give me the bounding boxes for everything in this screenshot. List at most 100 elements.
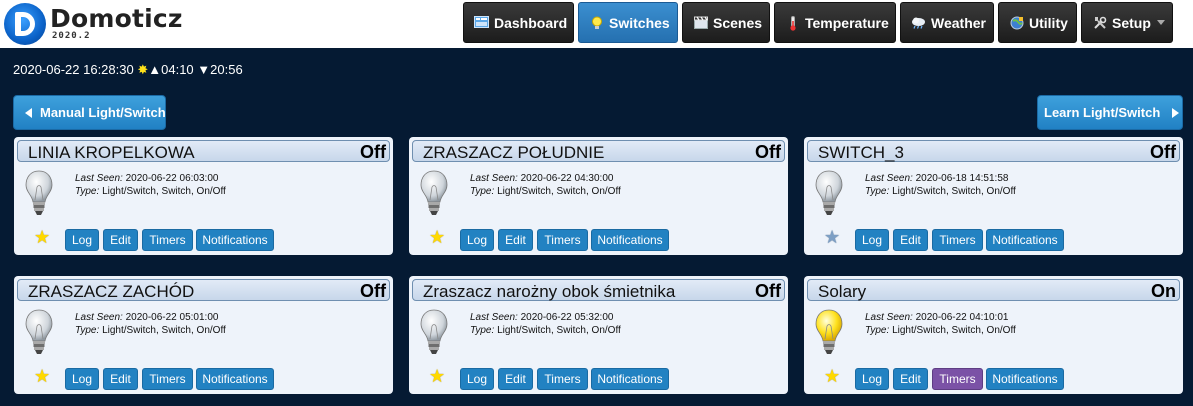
learn-light-switch-button[interactable]: Learn Light/Switch xyxy=(1037,95,1183,130)
device-status: Off xyxy=(755,142,781,162)
device-name: Zraszacz narożny obok śmietnika xyxy=(423,282,676,301)
type-value: Light/Switch, Switch, On/Off xyxy=(892,325,1016,336)
edit-button[interactable]: Edit xyxy=(893,229,928,251)
device-header: ZRASZACZ ZACHÓD Off xyxy=(17,279,390,301)
timers-button[interactable]: Timers xyxy=(932,368,983,390)
triangle-left-icon xyxy=(25,107,32,118)
notifications-button[interactable]: Notifications xyxy=(986,368,1064,390)
favorite-star-icon[interactable]: ★ xyxy=(824,367,840,385)
nav-weather[interactable]: Weather xyxy=(900,2,994,43)
top-bar: Domoticz 2020.2 Dashboard Switches Scene… xyxy=(0,0,1193,48)
edit-button[interactable]: Edit xyxy=(498,368,533,390)
lightbulb-icon[interactable] xyxy=(24,169,54,217)
manual-light-switch-button[interactable]: Manual Light/Switch xyxy=(13,95,166,130)
last-seen-value: 2020-06-22 05:32:00 xyxy=(520,312,614,323)
log-button[interactable]: Log xyxy=(855,229,889,251)
type-value: Light/Switch, Switch, On/Off xyxy=(102,186,226,197)
log-button[interactable]: Log xyxy=(460,368,494,390)
notifications-button[interactable]: Notifications xyxy=(986,229,1064,251)
log-button[interactable]: Log xyxy=(65,368,99,390)
notifications-button[interactable]: Notifications xyxy=(591,229,669,251)
last-seen-label: Last Seen: xyxy=(470,312,518,323)
last-seen-label: Last Seen: xyxy=(865,173,913,184)
device-name: ZRASZACZ ZACHÓD xyxy=(28,282,195,301)
log-button[interactable]: Log xyxy=(65,229,99,251)
nav-utility[interactable]: Utility xyxy=(998,2,1077,43)
nav-switches[interactable]: Switches xyxy=(578,2,678,43)
sunrise-time: 04:10 xyxy=(161,62,194,77)
last-seen-value: 2020-06-22 05:01:00 xyxy=(125,312,219,323)
nav-temperature-label: Temperature xyxy=(805,14,889,31)
nav-temperature[interactable]: Temperature xyxy=(774,2,896,43)
lightbulb-icon[interactable] xyxy=(419,308,449,356)
favorite-star-icon[interactable]: ★ xyxy=(824,228,840,246)
device-meta: Last Seen: 2020-06-18 14:51:58 Type: Lig… xyxy=(865,172,1016,198)
log-button[interactable]: Log xyxy=(460,229,494,251)
lightbulb-icon xyxy=(589,16,604,30)
device-header: Zraszacz narożny obok śmietnika Off xyxy=(412,279,785,301)
last-seen-value: 2020-06-22 04:30:00 xyxy=(520,173,614,184)
type-value: Light/Switch, Switch, On/Off xyxy=(892,186,1016,197)
device-name: ZRASZACZ POŁUDNIE xyxy=(423,143,605,162)
device-meta: Last Seen: 2020-06-22 04:10:01 Type: Lig… xyxy=(865,311,1016,337)
timers-button[interactable]: Timers xyxy=(142,368,193,390)
device-status: Off xyxy=(1150,142,1176,162)
device-header: Solary On xyxy=(807,279,1180,301)
weather-cloud-icon xyxy=(911,16,926,30)
device-name: LINIA KROPELKOWA xyxy=(28,143,195,162)
device-card: SWITCH_3 Off Last Seen: 2020-06-18 14:51… xyxy=(804,137,1183,255)
brand-name: Domoticz xyxy=(50,4,183,33)
edit-button[interactable]: Edit xyxy=(893,368,928,390)
status-datetime-bar: 2020-06-22 16:28:30 ✸▲04:10 ▼20:56 xyxy=(13,62,243,78)
device-header: ZRASZACZ POŁUDNIE Off xyxy=(412,140,785,162)
edit-button[interactable]: Edit xyxy=(103,229,138,251)
last-seen-value: 2020-06-22 04:10:01 xyxy=(915,312,1009,323)
edit-button[interactable]: Edit xyxy=(498,229,533,251)
edit-button[interactable]: Edit xyxy=(103,368,138,390)
lightbulb-icon[interactable] xyxy=(814,308,844,356)
notifications-button[interactable]: Notifications xyxy=(196,368,274,390)
nav-switches-label: Switches xyxy=(609,14,670,31)
favorite-star-icon[interactable]: ★ xyxy=(429,367,445,385)
sunset-time: 20:56 xyxy=(210,62,243,77)
timers-button[interactable]: Timers xyxy=(142,229,193,251)
lightbulb-icon[interactable] xyxy=(419,169,449,217)
timers-button[interactable]: Timers xyxy=(537,368,588,390)
device-status: Off xyxy=(360,142,386,162)
type-value: Light/Switch, Switch, On/Off xyxy=(497,186,621,197)
device-name: Solary xyxy=(818,282,867,301)
type-value: Light/Switch, Switch, On/Off xyxy=(102,325,226,336)
version-label: 2020.2 xyxy=(52,31,91,41)
dashboard-icon xyxy=(474,15,489,30)
lightbulb-icon[interactable] xyxy=(814,169,844,217)
sun-icon: ✸ xyxy=(137,62,149,77)
notifications-button[interactable]: Notifications xyxy=(591,368,669,390)
device-card: Zraszacz narożny obok śmietnika Off Last… xyxy=(409,276,788,394)
nav-utility-label: Utility xyxy=(1029,14,1068,31)
favorite-star-icon[interactable]: ★ xyxy=(34,367,50,385)
log-button[interactable]: Log xyxy=(855,368,889,390)
favorite-star-icon[interactable]: ★ xyxy=(34,228,50,246)
device-name: SWITCH_3 xyxy=(818,143,904,162)
device-meta: Last Seen: 2020-06-22 05:32:00 Type: Lig… xyxy=(470,311,621,337)
triangle-right-icon xyxy=(1172,107,1180,118)
notifications-button[interactable]: Notifications xyxy=(196,229,274,251)
type-label: Type: xyxy=(865,186,890,197)
domoticz-logo-icon[interactable] xyxy=(4,3,46,45)
timers-button[interactable]: Timers xyxy=(537,229,588,251)
lightbulb-icon[interactable] xyxy=(24,308,54,356)
nav-setup[interactable]: Setup xyxy=(1081,2,1173,43)
nav-scenes[interactable]: Scenes xyxy=(682,2,770,43)
last-seen-label: Last Seen: xyxy=(865,312,913,323)
device-meta: Last Seen: 2020-06-22 06:03:00 Type: Lig… xyxy=(75,172,226,198)
last-seen-label: Last Seen: xyxy=(75,312,123,323)
nav-scenes-label: Scenes xyxy=(713,14,763,31)
device-card: ZRASZACZ POŁUDNIE Off Last Seen: 2020-06… xyxy=(409,137,788,255)
timers-button[interactable]: Timers xyxy=(932,229,983,251)
chevron-down-icon xyxy=(1156,20,1165,25)
device-status: Off xyxy=(755,281,781,301)
type-label: Type: xyxy=(75,186,100,197)
favorite-star-icon[interactable]: ★ xyxy=(429,228,445,246)
nav-dashboard[interactable]: Dashboard xyxy=(463,2,574,43)
sunset-arrow-icon: ▼ xyxy=(197,62,211,77)
